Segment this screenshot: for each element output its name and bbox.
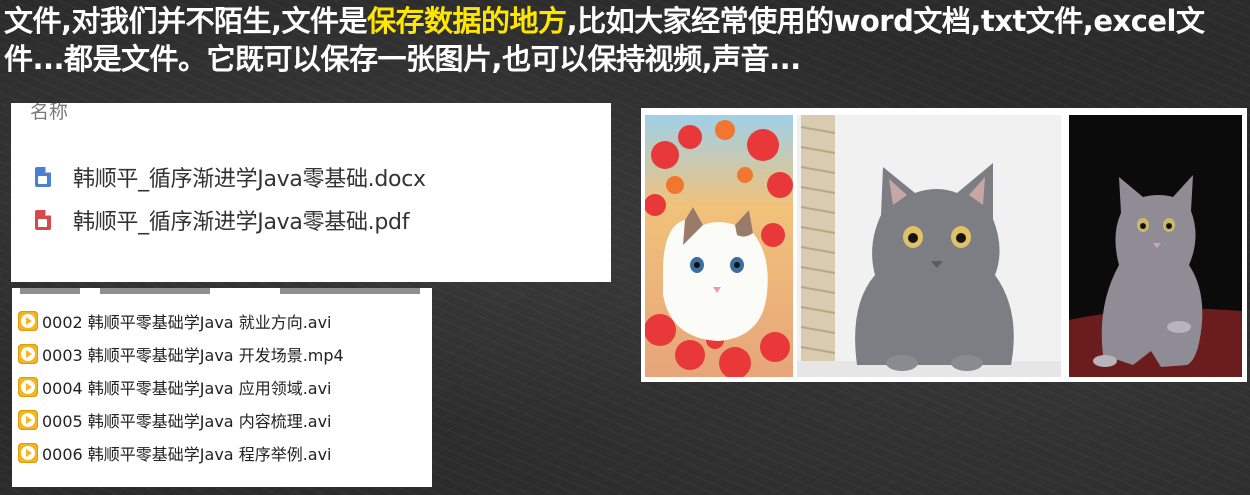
video-row[interactable]: 0004 韩顺平零基础学Java 应用领域.avi [18, 372, 332, 402]
video-list-panel: 0002 韩顺平零基础学Java 就业方向.avi 0003 韩顺平零基础学Ja… [12, 288, 432, 487]
video-row[interactable]: 0005 韩顺平零基础学Java 内容梳理.avi [18, 405, 332, 435]
file-name: 韩顺平_循序渐进学Java零基础.docx [73, 167, 426, 192]
column-header-name[interactable]: 名称 [30, 103, 68, 123]
video-file-icon [18, 311, 38, 331]
video-row[interactable]: 0003 韩顺平零基础学Java 开发场景.mp4 [18, 339, 344, 369]
video-file-name: 0006 韩顺平零基础学Java 程序举例.avi [42, 445, 332, 464]
file-row-docx[interactable]: 韩顺平_循序渐进学Java零基础.docx [35, 160, 426, 194]
cat-photos-panel [641, 108, 1247, 382]
video-row[interactable]: 0002 韩顺平零基础学Java 就业方向.avi [18, 306, 332, 336]
video-file-icon [18, 344, 38, 364]
file-name: 韩顺平_循序渐进学Java零基础.pdf [73, 210, 410, 235]
headline-text-start: 文件,对我们并不陌生,文件是 [4, 4, 368, 38]
photo-grey-kitten [797, 115, 1061, 377]
file-row-pdf[interactable]: 韩顺平_循序渐进学Java零基础.pdf [35, 203, 409, 237]
word-doc-icon [35, 167, 51, 187]
video-file-name: 0004 韩顺平零基础学Java 应用领域.avi [42, 379, 332, 398]
video-file-name: 0002 韩顺平零基础学Java 就业方向.avi [42, 313, 332, 332]
clipped-list-row [12, 288, 432, 300]
file-list-panel: 名称 韩顺平_循序渐进学Java零基础.docx 韩顺平_循序渐进学Java零基… [11, 103, 611, 282]
video-file-icon [18, 410, 38, 430]
video-file-name: 0003 韩顺平零基础学Java 开发场景.mp4 [42, 346, 344, 365]
video-file-icon [18, 443, 38, 463]
pdf-icon [35, 210, 51, 230]
photo-kitten-maple [645, 115, 793, 377]
photo-kitten-dark [1069, 115, 1242, 377]
video-file-icon [18, 377, 38, 397]
video-row[interactable]: 0006 韩顺平零基础学Java 程序举例.avi [18, 438, 332, 468]
video-file-name: 0005 韩顺平零基础学Java 内容梳理.avi [42, 412, 332, 431]
headline-highlight: 保存数据的地方 [367, 4, 567, 38]
slide-headline: 文件,对我们并不陌生,文件是保存数据的地方,比如大家经常使用的word文档,tx… [4, 2, 1248, 78]
